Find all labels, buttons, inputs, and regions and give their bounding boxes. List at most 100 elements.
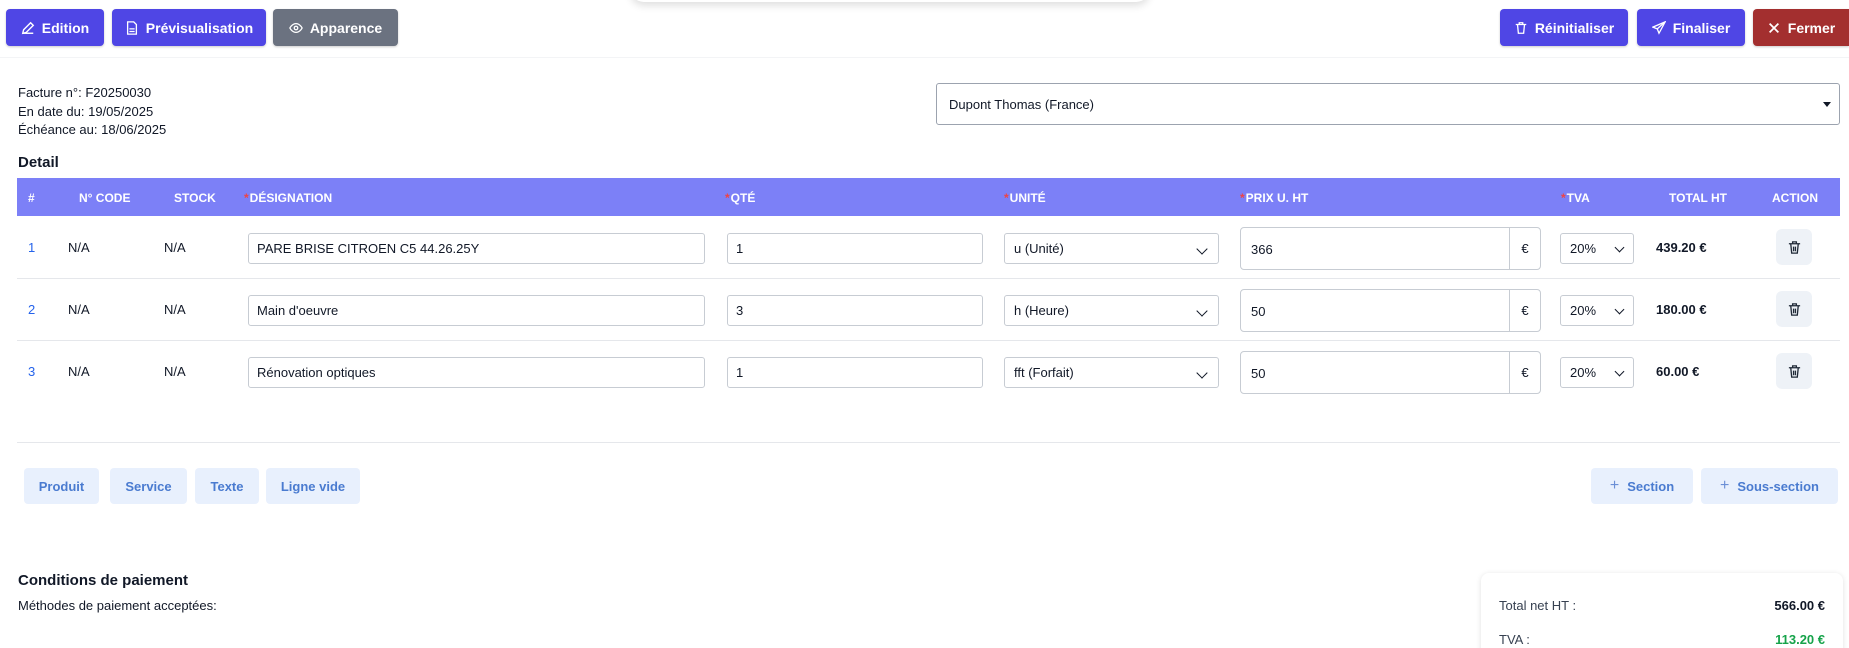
header-stock: STOCK — [174, 191, 216, 205]
designation-input[interactable]: Main d'oeuvre — [248, 295, 705, 326]
price-input[interactable]: 366 — [1251, 242, 1273, 257]
client-select[interactable]: Dupont Thomas (France) — [936, 83, 1840, 125]
header-code: N° CODE — [79, 191, 131, 205]
appearance-button[interactable]: Apparence — [273, 9, 398, 46]
payment-conditions-title: Conditions de paiement — [18, 572, 189, 589]
table-header: # N° CODE STOCK *DÉSIGNATION *QTÉ *UNITÉ… — [17, 178, 1840, 216]
price-input[interactable]: 50 — [1251, 366, 1265, 381]
caret-down-icon — [1823, 102, 1831, 107]
finalize-label: Finaliser — [1672, 19, 1731, 36]
unit-select-value: h (Heure) — [1014, 303, 1069, 318]
price-input-group[interactable]: 50 € — [1240, 351, 1541, 394]
add-section-label: Section — [1627, 478, 1675, 494]
total-net-label: Total net HT : — [1499, 598, 1577, 613]
delete-row-button[interactable] — [1776, 229, 1812, 265]
floating-panel-edge — [630, 0, 1150, 2]
designation-input[interactable]: PARE BRISE CITROEN C5 44.26.25Y — [248, 233, 705, 264]
reset-button[interactable]: Réinitialiser — [1500, 9, 1628, 46]
unit-select[interactable]: u (Unité) — [1004, 233, 1219, 264]
row-code: N/A — [68, 364, 90, 379]
edition-button[interactable]: Edition — [6, 9, 104, 46]
trash-icon — [1788, 240, 1800, 254]
row-code: N/A — [68, 302, 90, 317]
qty-input[interactable]: 3 — [727, 295, 983, 326]
table-row: 1 N/A N/A PARE BRISE CITROEN C5 44.26.25… — [17, 217, 1840, 279]
delete-row-button[interactable] — [1776, 353, 1812, 389]
totals-panel: Total net HT : 566.00 € TVA : 113.20 € — [1481, 573, 1843, 648]
chevron-down-icon — [1614, 304, 1625, 315]
tva-select-value: 20% — [1570, 241, 1597, 256]
add-service-button[interactable]: Service — [110, 468, 187, 504]
currency-addon: € — [1509, 228, 1540, 269]
payment-methods-label: Méthodes de paiement acceptées: — [18, 598, 217, 613]
trash-icon — [1788, 364, 1800, 378]
tva-select[interactable]: 20% — [1560, 233, 1634, 264]
header-designation: *DÉSIGNATION — [244, 191, 333, 205]
header-qty: *QTÉ — [725, 191, 756, 205]
add-subsection-label: Sous-section — [1737, 478, 1819, 494]
row-total: 180.00 € — [1656, 302, 1707, 317]
pdf-file-icon — [126, 20, 137, 35]
unit-select[interactable]: fft (Forfait) — [1004, 357, 1219, 388]
price-input-group[interactable]: 50 € — [1240, 289, 1541, 332]
top-toolbar: Edition Prévisualisation Apparence Réini… — [0, 0, 1849, 58]
invoice-number: Facture n°: F20250030 — [18, 85, 152, 100]
qty-input[interactable]: 1 — [727, 233, 983, 264]
row-stock: N/A — [164, 364, 186, 379]
chevron-down-icon — [1196, 305, 1208, 317]
pencil-icon — [21, 21, 35, 34]
table-row: 3 N/A N/A Rénovation optiques 1 fft (For… — [17, 341, 1840, 403]
trash-icon — [1515, 21, 1527, 34]
chevron-down-icon — [1614, 366, 1625, 377]
chevron-down-icon — [1196, 367, 1208, 379]
row-index: 3 — [28, 364, 36, 379]
add-empty-line-button[interactable]: Ligne vide — [266, 468, 360, 504]
designation-input[interactable]: Rénovation optiques — [248, 357, 705, 388]
chevron-down-icon — [1196, 243, 1208, 255]
row-stock: N/A — [164, 302, 186, 317]
add-text-button[interactable]: Texte — [195, 468, 259, 504]
invoice-date: En date du: 19/05/2025 — [18, 103, 154, 119]
row-code: N/A — [68, 240, 90, 255]
price-input-group[interactable]: 366 € — [1240, 227, 1541, 270]
close-button[interactable]: Fermer — [1753, 9, 1849, 46]
tva-select-value: 20% — [1570, 303, 1597, 318]
row-index: 2 — [28, 302, 36, 317]
appearance-label: Apparence — [309, 19, 383, 36]
eye-icon — [288, 22, 303, 33]
invoice-due-date: Échéance au: 18/06/2025 — [18, 122, 167, 137]
row-total: 60.00 € — [1656, 364, 1700, 379]
edition-label: Edition — [41, 19, 90, 36]
tva-select[interactable]: 20% — [1560, 295, 1634, 326]
header-price: *PRIX U. HT — [1240, 191, 1309, 205]
delete-row-button[interactable] — [1776, 291, 1812, 327]
tva-total-value: 113.20 € — [1775, 632, 1825, 647]
header-tva: *TVA — [1561, 191, 1590, 205]
add-subsection-button[interactable]: + Sous-section — [1701, 468, 1838, 504]
price-input[interactable]: 50 — [1251, 304, 1265, 319]
close-label: Fermer — [1787, 19, 1836, 36]
add-section-button[interactable]: + Section — [1591, 468, 1693, 504]
send-icon — [1651, 20, 1666, 35]
unit-select[interactable]: h (Heure) — [1004, 295, 1219, 326]
finalize-button[interactable]: Finaliser — [1637, 9, 1745, 46]
preview-label: Prévisualisation — [145, 19, 254, 36]
detail-title: Detail — [18, 154, 59, 171]
unit-select-value: fft (Forfait) — [1014, 365, 1074, 380]
row-index: 1 — [28, 240, 36, 255]
total-net-value: 566.00 € — [1774, 598, 1825, 613]
preview-button[interactable]: Prévisualisation — [112, 9, 266, 46]
plus-icon: + — [1609, 477, 1620, 494]
add-product-button[interactable]: Produit — [24, 468, 99, 504]
header-unit: *UNITÉ — [1004, 191, 1046, 205]
header-index: # — [28, 191, 35, 205]
qty-input[interactable]: 1 — [727, 357, 983, 388]
table-row: 2 N/A N/A Main d'oeuvre 3 h (Heure) 50 €… — [17, 279, 1840, 341]
row-total: 439.20 € — [1656, 240, 1707, 255]
row-stock: N/A — [164, 240, 186, 255]
reset-label: Réinitialiser — [1534, 19, 1615, 36]
unit-select-value: u (Unité) — [1014, 241, 1064, 256]
invoice-meta: Facture n°: F20250030 En date du: 19/05/… — [18, 84, 166, 140]
tva-select[interactable]: 20% — [1560, 357, 1634, 388]
currency-addon: € — [1509, 352, 1540, 393]
